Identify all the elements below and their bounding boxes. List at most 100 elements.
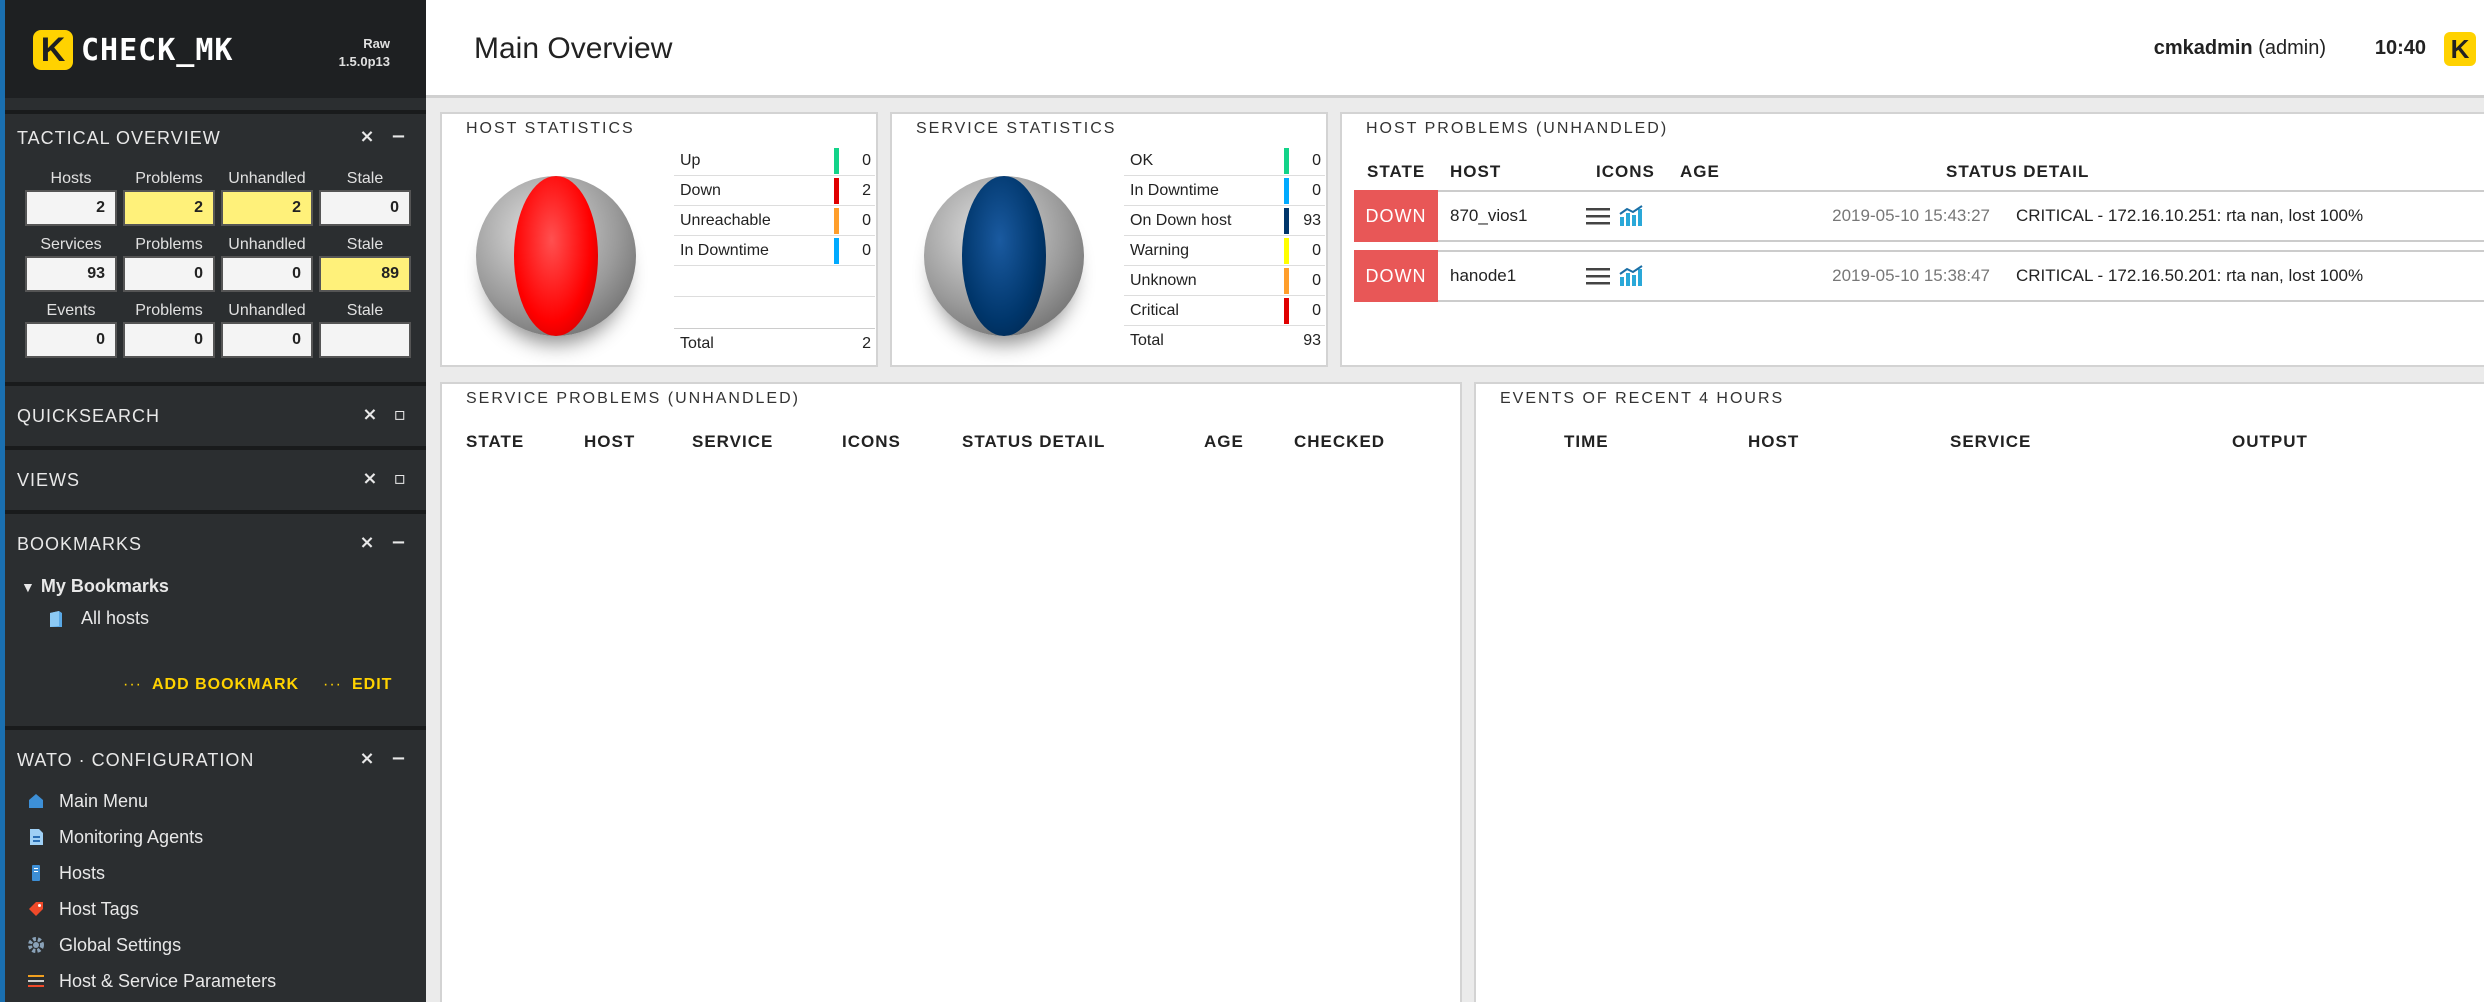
state-badge-down[interactable]: DOWN: [1354, 190, 1438, 242]
column-header-age[interactable]: AGE: [1680, 162, 1720, 182]
services-problems[interactable]: 0: [123, 256, 215, 292]
graph-icon[interactable]: [1618, 265, 1644, 287]
close-icon[interactable]: ×: [360, 748, 375, 769]
hosts-total[interactable]: 2: [25, 190, 117, 226]
bookmark-all-hosts[interactable]: All hosts: [49, 608, 149, 629]
column-header-state[interactable]: STATE: [466, 432, 524, 452]
service-stat-row-in-downtime[interactable]: In Downtime 0: [1124, 176, 1325, 206]
column-header-host[interactable]: HOST: [1748, 432, 1799, 452]
close-icon[interactable]: ×: [362, 468, 377, 489]
table-row[interactable]: DOWN hanode1 2019-05-10 15:38:47 CRITICA…: [1354, 250, 2484, 302]
column-header-time[interactable]: TIME: [1564, 432, 1609, 452]
snapin-title[interactable]: BOOKMARKS: [17, 534, 142, 555]
table-row[interactable]: DOWN 870_vios1 2019-05-10 15:43:27 CRITI…: [1354, 190, 2484, 242]
edit-bookmarks-button[interactable]: ··· EDIT: [323, 676, 392, 694]
clock: 10:40: [2374, 37, 2426, 59]
column-header-icons[interactable]: ICONS: [1596, 162, 1655, 182]
graph-icon[interactable]: [1618, 205, 1644, 227]
stat-value: 93: [1303, 332, 1321, 349]
minimize-icon[interactable]: −: [391, 532, 406, 553]
wato-main-menu[interactable]: Main Menu: [27, 786, 148, 816]
divider: [674, 296, 875, 297]
col-label-problems: Problems: [135, 170, 203, 187]
services-stale[interactable]: 89: [319, 256, 411, 292]
wato-hosts[interactable]: Hosts: [27, 858, 105, 888]
events-stale[interactable]: [319, 322, 411, 358]
events-problems[interactable]: 0: [123, 322, 215, 358]
service-stat-row-ok[interactable]: OK 0: [1124, 146, 1325, 176]
service-stat-row-critical[interactable]: Critical 0: [1124, 296, 1325, 326]
user-info[interactable]: cmkadmin (admin): [2154, 37, 2326, 60]
brand-name[interactable]: CHECK_MK: [81, 33, 234, 68]
service-stat-row-unknown[interactable]: Unknown 0: [1124, 266, 1325, 296]
add-bookmark-button[interactable]: ··· ADD BOOKMARK: [123, 676, 299, 694]
host-stat-row-total[interactable]: Total 2: [674, 328, 875, 358]
wato-monitoring-agents[interactable]: Monitoring Agents: [27, 822, 203, 852]
globe-segment-on-down-host: [962, 176, 1046, 336]
hosts-stale[interactable]: 0: [319, 190, 411, 226]
minimize-icon[interactable]: −: [391, 126, 406, 147]
host-stat-row-up[interactable]: Up 0: [674, 146, 875, 176]
snapin-title[interactable]: VIEWS: [17, 470, 80, 491]
snapin-title[interactable]: QUICKSEARCH: [17, 406, 160, 427]
hosts-unhandled[interactable]: 2: [221, 190, 313, 226]
wato-item-label: Hosts: [59, 862, 106, 883]
row-label-services[interactable]: Services: [25, 234, 117, 256]
column-header-state[interactable]: STATE: [1367, 162, 1425, 182]
host-link[interactable]: 870_vios1: [1438, 206, 1586, 226]
service-stats-globe[interactable]: [924, 176, 1084, 336]
snapin-views: VIEWS × ▫: [5, 446, 426, 506]
column-header-checked[interactable]: CHECKED: [1294, 432, 1385, 452]
wato-host-tags[interactable]: Host Tags: [27, 894, 139, 924]
column-header-service[interactable]: SERVICE: [692, 432, 773, 452]
maximize-icon[interactable]: ▫: [394, 468, 406, 489]
service-stat-row-total[interactable]: Total 93: [1124, 326, 1325, 356]
checkmk-header-logo-icon[interactable]: K: [2444, 32, 2476, 66]
menu-icon[interactable]: [1586, 206, 1610, 226]
status-detail-cell: CRITICAL - 172.16.10.251: rta nan, lost …: [2016, 206, 2364, 225]
column-header-icons[interactable]: ICONS: [842, 432, 901, 452]
host-stat-row-in-downtime[interactable]: In Downtime 0: [674, 236, 875, 266]
wato-host-service-parameters[interactable]: Host & Service Parameters: [27, 966, 276, 996]
page-title: Main Overview: [474, 32, 673, 65]
column-header-output[interactable]: OUTPUT: [2232, 432, 2308, 452]
column-header-status-detail[interactable]: STATUS DETAIL: [962, 432, 1105, 452]
folder-label: My Bookmarks: [40, 576, 169, 596]
row-label-hosts[interactable]: Hosts: [25, 168, 117, 190]
row-label-events[interactable]: Events: [25, 300, 117, 322]
bookmark-folder-my-bookmarks[interactable]: ▼ My Bookmarks: [21, 576, 169, 597]
services-total[interactable]: 93: [25, 256, 117, 292]
close-icon[interactable]: ×: [360, 126, 375, 147]
close-icon[interactable]: ×: [360, 532, 375, 553]
status-detail-cell: CRITICAL - 172.16.50.201: rta nan, lost …: [2016, 266, 2364, 285]
menu-icon[interactable]: [1586, 266, 1610, 286]
column-header-status-detail[interactable]: STATUS DETAIL: [1946, 162, 2089, 182]
events-unhandled[interactable]: 0: [221, 322, 313, 358]
column-header-age[interactable]: AGE: [1204, 432, 1244, 452]
column-header-host[interactable]: HOST: [1450, 162, 1501, 182]
age-cell: 2019-05-10 15:43:27: [1832, 206, 1990, 225]
snapin-title[interactable]: TACTICAL OVERVIEW: [17, 128, 221, 149]
checkmk-logo-icon[interactable]: K: [33, 30, 73, 70]
wato-global-settings[interactable]: Global Settings: [27, 930, 181, 960]
stat-label: Total: [1130, 332, 1164, 349]
hosts-problems[interactable]: 2: [123, 190, 215, 226]
column-header-host[interactable]: HOST: [584, 432, 635, 452]
services-unhandled[interactable]: 0: [221, 256, 313, 292]
events-total[interactable]: 0: [25, 322, 117, 358]
host-stats-globe[interactable]: [476, 176, 636, 336]
maximize-icon[interactable]: ▫: [394, 404, 406, 425]
snapin-controls: × ▫: [352, 404, 406, 425]
host-stat-row-unreachable[interactable]: Unreachable 0: [674, 206, 875, 236]
state-badge-down[interactable]: DOWN: [1354, 250, 1438, 302]
home-icon: [29, 794, 43, 808]
bookmark-icon: [50, 610, 62, 627]
close-icon[interactable]: ×: [362, 404, 377, 425]
snapin-title[interactable]: WATO · CONFIGURATION: [17, 750, 254, 771]
service-stat-row-warning[interactable]: Warning 0: [1124, 236, 1325, 266]
host-link[interactable]: hanode1: [1438, 266, 1586, 286]
host-stat-row-down[interactable]: Down 2: [674, 176, 875, 206]
column-header-service[interactable]: SERVICE: [1950, 432, 2031, 452]
minimize-icon[interactable]: −: [391, 748, 406, 769]
service-stat-row-on-down-host[interactable]: On Down host 93: [1124, 206, 1325, 236]
